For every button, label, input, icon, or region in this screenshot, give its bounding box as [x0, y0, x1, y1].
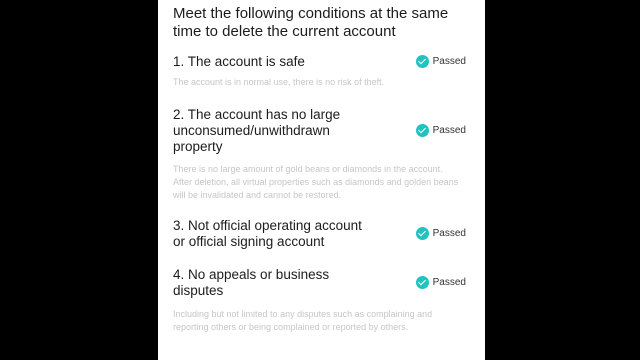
condition-description: There is no large amount of gold beans o… [173, 164, 459, 200]
status-label: Passed [432, 125, 466, 136]
status-badge: Passed [415, 227, 466, 240]
condition-item-no-disputes: 4. No appeals or business disputes Passe… [173, 267, 473, 334]
status-label: Passed [432, 228, 466, 239]
status-label: Passed [432, 277, 466, 288]
status-badge: Passed [415, 124, 466, 137]
condition-title: 3. Not official operating account or off… [173, 218, 362, 249]
check-circle-icon [415, 55, 429, 68]
condition-item-not-official-account: 3. Not official operating account or off… [173, 218, 473, 250]
status-badge: Passed [415, 55, 466, 68]
condition-item-no-property: 2. The account has no large unconsumed/u… [173, 107, 473, 202]
page-heading: Meet the following conditions at the sam… [173, 5, 449, 40]
check-circle-icon [415, 124, 429, 137]
condition-title: 1. The account is safe [173, 54, 305, 69]
account-deletion-screen: Meet the following conditions at the sam… [158, 0, 485, 360]
condition-title: 4. No appeals or business disputes [173, 267, 330, 298]
condition-title: 2. The account has no large unconsumed/u… [173, 107, 341, 154]
check-circle-icon [415, 276, 429, 289]
condition-description: Including but not limited to any dispute… [173, 309, 433, 332]
check-circle-icon [415, 227, 429, 240]
status-badge: Passed [415, 276, 466, 289]
status-label: Passed [432, 56, 466, 67]
condition-description: The account is in normal use, there is n… [173, 77, 385, 87]
condition-item-account-safe: 1. The account is safe Passed The accoun… [173, 54, 473, 89]
